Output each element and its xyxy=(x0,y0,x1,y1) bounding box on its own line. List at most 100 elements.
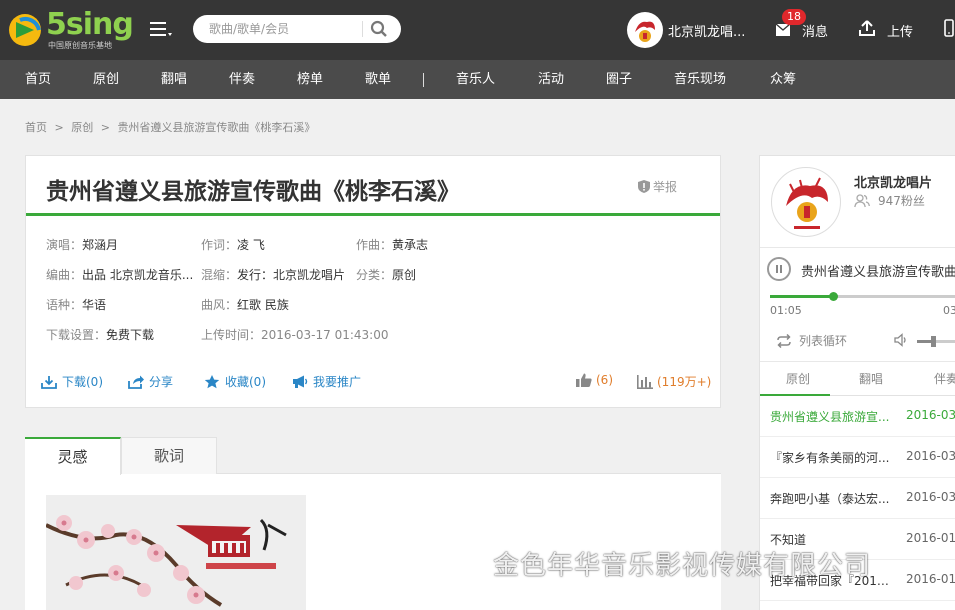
owner-name[interactable]: 北京凯龙唱片 xyxy=(854,172,932,191)
progress-bar[interactable] xyxy=(770,292,955,301)
nav-circles[interactable]: 圈子 xyxy=(606,60,632,99)
tab-lyrics[interactable]: 歌词 xyxy=(121,437,217,474)
star-icon xyxy=(204,375,220,389)
top-header: 5sing 中国原创音乐基地 北京凯龙唱... 18 消息 上传 xyxy=(0,0,955,60)
list-item-title: 贵州省遵义县旅游宣... xyxy=(770,410,890,424)
list-item[interactable]: 『家乡有条美丽的河... 2016-03- xyxy=(760,437,955,478)
list-item-date: 2016-03- xyxy=(906,490,955,504)
breadcrumb-home[interactable]: 首页 xyxy=(25,121,47,134)
volume-handle[interactable] xyxy=(930,336,936,347)
nav-events[interactable]: 活动 xyxy=(538,60,564,99)
mobile-phone-icon[interactable] xyxy=(944,19,954,37)
tabs-bar: 灵感 歌词 xyxy=(25,437,721,475)
meta-category: 分类：原创 xyxy=(356,268,417,282)
nav-playlists[interactable]: 歌单 xyxy=(365,60,391,99)
divider xyxy=(760,247,955,248)
cover-artwork xyxy=(46,495,306,610)
progress-fill xyxy=(770,295,833,298)
breadcrumb-separator: > xyxy=(54,121,64,134)
upload-icon[interactable] xyxy=(859,20,875,36)
song-title: 贵州省遵义县旅游宣传歌曲《桃李石溪》 xyxy=(46,179,460,205)
loop-icon[interactable] xyxy=(776,334,792,348)
wechat-icon xyxy=(437,547,484,580)
play-count: (119万+) xyxy=(637,373,711,390)
users-icon xyxy=(854,194,870,208)
megaphone-icon xyxy=(293,375,308,388)
report-button[interactable]: 举报 xyxy=(638,178,677,195)
nav-charts[interactable]: 榜单 xyxy=(297,60,323,99)
pause-button[interactable] xyxy=(767,257,791,281)
loop-mode[interactable]: 列表循环 xyxy=(799,332,847,349)
messages-link[interactable]: 消息 xyxy=(802,21,828,40)
menu-icon[interactable] xyxy=(150,20,172,38)
nav-accompaniment[interactable]: 伴奏 xyxy=(229,60,255,99)
breadcrumb-original[interactable]: 原创 xyxy=(71,121,93,134)
breadcrumb: 首页 > 原创 > 贵州省遵义县旅游宣传歌曲《桃李石溪》 xyxy=(25,119,319,135)
nav-separator xyxy=(423,73,424,87)
artist-player-panel: 北京凯龙唱片 947粉丝 贵州省遵义县旅游宣传歌曲 01:05 03 列表循环 … xyxy=(759,155,955,610)
logo-mark-icon xyxy=(9,14,41,46)
meta-download-setting: 下载设置：免费下载 xyxy=(46,328,155,342)
list-item[interactable]: 奔跑吧小基（泰达宏... 2016-03- xyxy=(760,478,955,519)
panel-tab-accompaniment[interactable]: 伴奏 xyxy=(934,362,955,396)
user-name[interactable]: 北京凯龙唱... xyxy=(668,21,745,40)
nav-home[interactable]: 首页 xyxy=(25,60,51,99)
fans-count[interactable]: 947粉丝 xyxy=(878,192,925,209)
search-input[interactable] xyxy=(209,20,359,38)
bar-chart-icon xyxy=(637,375,653,389)
favorite-button[interactable]: 收藏(0) xyxy=(204,373,266,390)
breadcrumb-separator: > xyxy=(100,121,110,134)
dragon-logo-icon xyxy=(635,21,655,42)
list-item-date: 2016-03- xyxy=(906,408,955,422)
singer-link[interactable]: 郑涵月 xyxy=(82,238,118,252)
upload-link[interactable]: 上传 xyxy=(887,21,913,40)
nav-live[interactable]: 音乐现场 xyxy=(674,60,726,99)
meta-singer: 演唱：郑涵月 xyxy=(46,238,119,252)
panel-tab-cover[interactable]: 翻唱 xyxy=(859,362,883,396)
main-nav: 首页 原创 翻唱 伴奏 榜单 歌单 音乐人 活动 圈子 音乐现场 众筹 xyxy=(0,60,955,99)
content-tabs-card: 灵感 歌词 xyxy=(25,437,721,610)
meta-lyricist: 作词：凌 飞 xyxy=(201,238,265,252)
list-item[interactable]: 贵州省遵义县旅游宣... 2016-03- xyxy=(760,396,955,437)
current-time: 01:05 xyxy=(770,304,802,317)
song-info-card: 贵州省遵义县旅游宣传歌曲《桃李石溪》 举报 演唱：郑涵月 作词：凌 飞 作曲：黄… xyxy=(25,155,721,408)
report-label: 举报 xyxy=(653,180,678,194)
envelope-icon[interactable] xyxy=(776,24,790,36)
total-time: 03 xyxy=(943,304,955,317)
owner-avatar[interactable] xyxy=(771,167,841,237)
search-divider xyxy=(362,21,363,37)
nav-cover[interactable]: 翻唱 xyxy=(161,60,187,99)
download-button[interactable]: 下载(0) xyxy=(41,373,103,390)
download-icon xyxy=(41,376,57,389)
logo-subtitle: 中国原创音乐基地 xyxy=(48,41,112,50)
breadcrumb-current[interactable]: 贵州省遵义县旅游宣传歌曲《桃李石溪》 xyxy=(117,121,315,134)
user-avatar[interactable] xyxy=(627,12,663,48)
nav-musicians[interactable]: 音乐人 xyxy=(456,60,495,99)
volume-slider[interactable] xyxy=(917,336,955,347)
list-item-title: 『家乡有条美丽的河... xyxy=(770,451,890,465)
list-item-date: 2016-01- xyxy=(906,572,955,586)
panel-tab-original[interactable]: 原创 xyxy=(760,362,830,396)
nav-original[interactable]: 原创 xyxy=(93,60,119,99)
dragon-logo-icon xyxy=(786,177,828,229)
meta-language: 语种：华语 xyxy=(46,298,107,312)
list-item-date: 2016-03- xyxy=(906,449,955,463)
nav-crowdfunding[interactable]: 众筹 xyxy=(770,60,796,99)
site-logo[interactable]: 5sing 中国原创音乐基地 xyxy=(6,8,136,52)
now-playing-title: 贵州省遵义县旅游宣传歌曲 xyxy=(801,265,955,280)
watermark-text: 金色年华音乐影视传媒有限公司 xyxy=(493,551,872,581)
promote-button[interactable]: 我要推广 xyxy=(292,373,361,390)
progress-handle[interactable] xyxy=(828,292,838,301)
share-icon xyxy=(128,375,144,389)
like-button[interactable]: (6) xyxy=(576,373,613,387)
search-icon[interactable] xyxy=(370,20,388,38)
thumbs-up-icon xyxy=(576,373,592,387)
meta-upload-time: 上传时间：2016-03-17 01:43:00 xyxy=(201,328,389,342)
tab-inspiration[interactable]: 灵感 xyxy=(25,437,121,475)
logo-text: 5sing xyxy=(46,7,134,42)
share-button[interactable]: 分享 xyxy=(128,373,173,390)
volume-icon[interactable] xyxy=(894,333,908,347)
meta-mix: 混缩：发行：北京凯龙唱片 xyxy=(201,268,346,282)
list-item-title: 奔跑吧小基（泰达宏... xyxy=(770,492,890,506)
title-underline xyxy=(26,213,720,216)
